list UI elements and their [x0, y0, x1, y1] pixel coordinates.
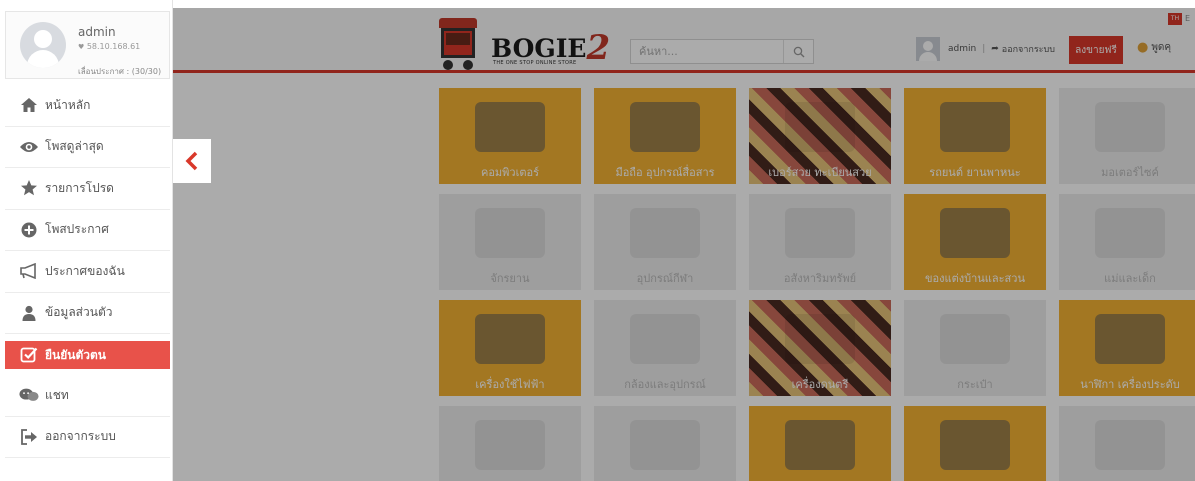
star-icon: [19, 179, 39, 197]
chevron-left-icon: [185, 151, 198, 171]
sidebar-item-chat[interactable]: แชท: [5, 375, 170, 417]
user-icon: [19, 304, 39, 322]
sidebar-item-label: ประกาศของฉัน: [45, 263, 125, 278]
sidebar-item-post-ad[interactable]: โพสประกาศ: [5, 210, 170, 251]
logout-icon: [19, 428, 39, 446]
plus-circle-icon: [19, 221, 39, 239]
check-square-icon: [19, 346, 39, 364]
sidebar-item-my-ads[interactable]: ประกาศของฉัน: [5, 251, 170, 293]
sidebar-item-logout[interactable]: ออกจากระบบ: [5, 417, 170, 458]
eye-icon: [19, 138, 39, 156]
home-icon: [19, 96, 39, 114]
sidebar-collapse-button[interactable]: [173, 139, 211, 183]
sidebar-menu: หน้าหลัก โพสดูล่าสุด รายการโปรด โพสประกา…: [5, 85, 170, 458]
sidebar-item-favorites[interactable]: รายการโปรด: [5, 168, 170, 210]
heart-icon: ♥: [78, 43, 85, 51]
sidebar-item-recent[interactable]: โพสดูล่าสุด: [5, 127, 170, 168]
profile-ip: ♥ 58.10.168.61: [78, 42, 141, 51]
sidebar-item-label: ข้อมูลส่วนตัว: [45, 305, 113, 320]
profile-username: admin: [78, 25, 116, 39]
megaphone-icon: [19, 262, 39, 280]
avatar[interactable]: [20, 22, 66, 68]
dim-overlay[interactable]: [173, 8, 1195, 481]
sidebar-item-label: หน้าหลัก: [45, 97, 91, 112]
sidebar-item-label: ออกจากระบบ: [45, 429, 116, 444]
profile-card: admin ♥ 58.10.168.61 เลื่อนประกาศ : (30/…: [5, 11, 170, 79]
sidebar: admin ♥ 58.10.168.61 เลื่อนประกาศ : (30/…: [0, 0, 173, 481]
sidebar-item-home[interactable]: หน้าหลัก: [5, 85, 170, 127]
sidebar-item-label: โพสดูล่าสุด: [45, 139, 104, 154]
sidebar-item-label: แชท: [45, 387, 69, 402]
profile-quota: เลื่อนประกาศ : (30/30): [78, 67, 162, 76]
sidebar-item-verify[interactable]: ยืนยันตัวตน: [5, 341, 170, 369]
sidebar-item-profile[interactable]: ข้อมูลส่วนตัว: [5, 293, 170, 334]
top-strip: [0, 0, 1195, 8]
chat-icon: [19, 386, 39, 404]
sidebar-item-label: รายการโปรด: [45, 180, 114, 195]
sidebar-item-label: ยืนยันตัวตน: [45, 347, 106, 362]
sidebar-item-label: โพสประกาศ: [45, 222, 109, 237]
